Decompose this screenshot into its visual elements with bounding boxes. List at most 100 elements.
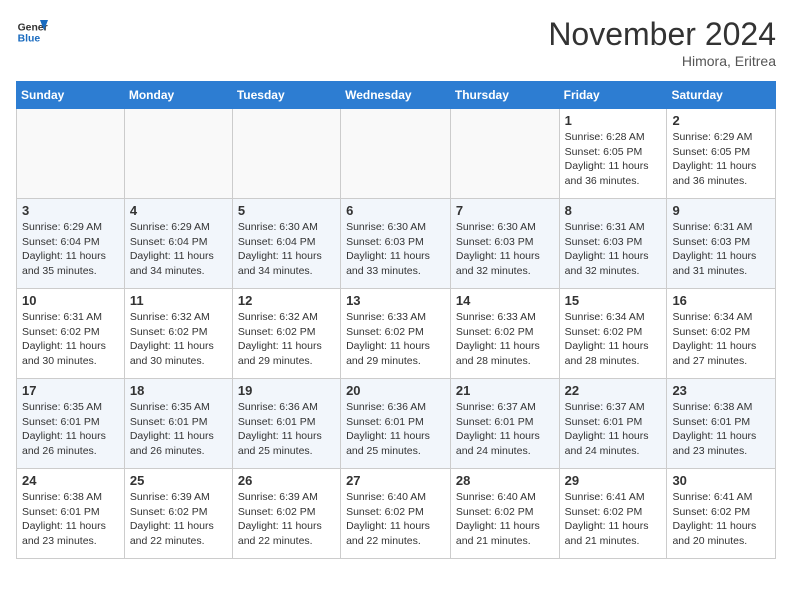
day-number: 29 — [565, 473, 662, 488]
day-info: Sunrise: 6:39 AMSunset: 6:02 PMDaylight:… — [130, 490, 227, 549]
day-number: 5 — [238, 203, 335, 218]
day-number: 18 — [130, 383, 227, 398]
day-info: Sunrise: 6:40 AMSunset: 6:02 PMDaylight:… — [456, 490, 554, 549]
calendar-cell: 10 Sunrise: 6:31 AMSunset: 6:02 PMDayligh… — [17, 289, 125, 379]
calendar-cell: 28Sunrise: 6:40 AMSunset: 6:02 PMDayligh… — [450, 469, 559, 559]
calendar-cell: 14Sunrise: 6:33 AMSunset: 6:02 PMDayligh… — [450, 289, 559, 379]
calendar-cell: 20 Sunrise: 6:36 AMSunset: 6:01 PMDayligh… — [341, 379, 451, 469]
location: Himora, Eritrea — [548, 53, 776, 69]
day-number: 15 — [565, 293, 662, 308]
day-info: Sunrise: 6:29 AMSunset: 6:05 PMDaylight:… — [672, 130, 770, 189]
day-info: Sunrise: 6:39 AMSunset: 6:02 PMDaylight:… — [238, 490, 335, 549]
day-info: Sunrise: 6:38 AMSunset: 6:01 PMDaylight:… — [672, 400, 770, 459]
calendar-cell: 2Sunrise: 6:29 AMSunset: 6:05 PMDaylight… — [667, 109, 776, 199]
calendar-week-row: 24 Sunrise: 6:38 AMSunset: 6:01 PMDayligh… — [17, 469, 776, 559]
calendar-week-row: 1 Sunrise: 6:28 AMSunset: 6:05 PMDaylight… — [17, 109, 776, 199]
calendar-cell: 17 Sunrise: 6:35 AMSunset: 6:01 PMDayligh… — [17, 379, 125, 469]
day-number: 11 — [130, 293, 227, 308]
day-info: Sunrise: 6:35 AMSunset: 6:01 PMDaylight:… — [130, 400, 227, 459]
day-info: Sunrise: 6:37 AMSunset: 6:01 PMDaylight:… — [565, 400, 662, 459]
day-info: Sunrise: 6:38 AMSunset: 6:01 PMDaylight:… — [22, 490, 119, 549]
calendar-cell: 5Sunrise: 6:30 AMSunset: 6:04 PMDaylight… — [232, 199, 340, 289]
calendar-week-row: 10 Sunrise: 6:31 AMSunset: 6:02 PMDayligh… — [17, 289, 776, 379]
day-info: Sunrise: 6:32 AMSunset: 6:02 PMDaylight:… — [238, 310, 335, 369]
day-info: Sunrise: 6:30 AMSunset: 6:03 PMDaylight:… — [346, 220, 445, 279]
day-number: 9 — [672, 203, 770, 218]
weekday-header: Thursday — [450, 82, 559, 109]
calendar-cell: 30 Sunrise: 6:41 AMSunset: 6:02 PMDayligh… — [667, 469, 776, 559]
day-info: Sunrise: 6:29 AMSunset: 6:04 PMDaylight:… — [22, 220, 119, 279]
svg-text:Blue: Blue — [18, 34, 41, 45]
month-title: November 2024 — [548, 16, 776, 53]
logo-icon: General Blue — [16, 16, 48, 48]
day-info: Sunrise: 6:30 AMSunset: 6:03 PMDaylight:… — [456, 220, 554, 279]
calendar-cell: 25 Sunrise: 6:39 AMSunset: 6:02 PMDayligh… — [124, 469, 232, 559]
calendar-cell: 18 Sunrise: 6:35 AMSunset: 6:01 PMDayligh… — [124, 379, 232, 469]
day-number: 21 — [456, 383, 554, 398]
day-number: 1 — [565, 113, 662, 128]
weekday-header: Friday — [559, 82, 667, 109]
day-number: 20 — [346, 383, 445, 398]
day-number: 24 — [22, 473, 119, 488]
day-number: 12 — [238, 293, 335, 308]
calendar-cell — [341, 109, 451, 199]
calendar-cell: 11 Sunrise: 6:32 AMSunset: 6:02 PMDayligh… — [124, 289, 232, 379]
logo: General Blue — [16, 16, 48, 48]
day-number: 25 — [130, 473, 227, 488]
calendar-cell — [124, 109, 232, 199]
calendar-cell — [17, 109, 125, 199]
day-info: Sunrise: 6:34 AMSunset: 6:02 PMDaylight:… — [565, 310, 662, 369]
title-area: November 2024 Himora, Eritrea — [548, 16, 776, 69]
calendar-cell: 15 Sunrise: 6:34 AMSunset: 6:02 PMDayligh… — [559, 289, 667, 379]
calendar-week-row: 3 Sunrise: 6:29 AMSunset: 6:04 PMDaylight… — [17, 199, 776, 289]
day-info: Sunrise: 6:37 AMSunset: 6:01 PMDaylight:… — [456, 400, 554, 459]
day-info: Sunrise: 6:32 AMSunset: 6:02 PMDaylight:… — [130, 310, 227, 369]
day-number: 6 — [346, 203, 445, 218]
day-info: Sunrise: 6:33 AMSunset: 6:02 PMDaylight:… — [346, 310, 445, 369]
page-header: General Blue November 2024 Himora, Eritr… — [16, 16, 776, 69]
calendar-cell: 1 Sunrise: 6:28 AMSunset: 6:05 PMDaylight… — [559, 109, 667, 199]
day-number: 3 — [22, 203, 119, 218]
day-info: Sunrise: 6:41 AMSunset: 6:02 PMDaylight:… — [565, 490, 662, 549]
day-number: 13 — [346, 293, 445, 308]
calendar-cell: 19Sunrise: 6:36 AMSunset: 6:01 PMDayligh… — [232, 379, 340, 469]
calendar-cell: 6 Sunrise: 6:30 AMSunset: 6:03 PMDaylight… — [341, 199, 451, 289]
calendar-cell: 13 Sunrise: 6:33 AMSunset: 6:02 PMDayligh… — [341, 289, 451, 379]
calendar-cell: 7 Sunrise: 6:30 AMSunset: 6:03 PMDaylight… — [450, 199, 559, 289]
day-number: 30 — [672, 473, 770, 488]
day-number: 19 — [238, 383, 335, 398]
weekday-header-row: SundayMondayTuesdayWednesdayThursdayFrid… — [17, 82, 776, 109]
calendar-cell: 16 Sunrise: 6:34 AMSunset: 6:02 PMDayligh… — [667, 289, 776, 379]
calendar-table: SundayMondayTuesdayWednesdayThursdayFrid… — [16, 81, 776, 559]
calendar-cell: 4Sunrise: 6:29 AMSunset: 6:04 PMDaylight… — [124, 199, 232, 289]
day-info: Sunrise: 6:31 AMSunset: 6:02 PMDaylight:… — [22, 310, 119, 369]
day-number: 26 — [238, 473, 335, 488]
day-number: 16 — [672, 293, 770, 308]
calendar-cell — [232, 109, 340, 199]
day-info: Sunrise: 6:31 AMSunset: 6:03 PMDaylight:… — [565, 220, 662, 279]
calendar-cell: 26 Sunrise: 6:39 AMSunset: 6:02 PMDayligh… — [232, 469, 340, 559]
day-info: Sunrise: 6:29 AMSunset: 6:04 PMDaylight:… — [130, 220, 227, 279]
day-number: 22 — [565, 383, 662, 398]
day-info: Sunrise: 6:31 AMSunset: 6:03 PMDaylight:… — [672, 220, 770, 279]
calendar-cell: 8 Sunrise: 6:31 AMSunset: 6:03 PMDaylight… — [559, 199, 667, 289]
day-number: 27 — [346, 473, 445, 488]
day-number: 17 — [22, 383, 119, 398]
calendar-cell: 27Sunrise: 6:40 AMSunset: 6:02 PMDayligh… — [341, 469, 451, 559]
calendar-cell: 3 Sunrise: 6:29 AMSunset: 6:04 PMDaylight… — [17, 199, 125, 289]
calendar-cell: 9 Sunrise: 6:31 AMSunset: 6:03 PMDaylight… — [667, 199, 776, 289]
day-number: 23 — [672, 383, 770, 398]
day-number: 7 — [456, 203, 554, 218]
calendar-cell: 21 Sunrise: 6:37 AMSunset: 6:01 PMDayligh… — [450, 379, 559, 469]
calendar-cell — [450, 109, 559, 199]
day-info: Sunrise: 6:36 AMSunset: 6:01 PMDaylight:… — [346, 400, 445, 459]
day-number: 8 — [565, 203, 662, 218]
day-info: Sunrise: 6:28 AMSunset: 6:05 PMDaylight:… — [565, 130, 662, 189]
day-info: Sunrise: 6:35 AMSunset: 6:01 PMDaylight:… — [22, 400, 119, 459]
day-info: Sunrise: 6:34 AMSunset: 6:02 PMDaylight:… — [672, 310, 770, 369]
day-number: 14 — [456, 293, 554, 308]
weekday-header: Sunday — [17, 82, 125, 109]
day-info: Sunrise: 6:41 AMSunset: 6:02 PMDaylight:… — [672, 490, 770, 549]
weekday-header: Wednesday — [341, 82, 451, 109]
day-number: 10 — [22, 293, 119, 308]
